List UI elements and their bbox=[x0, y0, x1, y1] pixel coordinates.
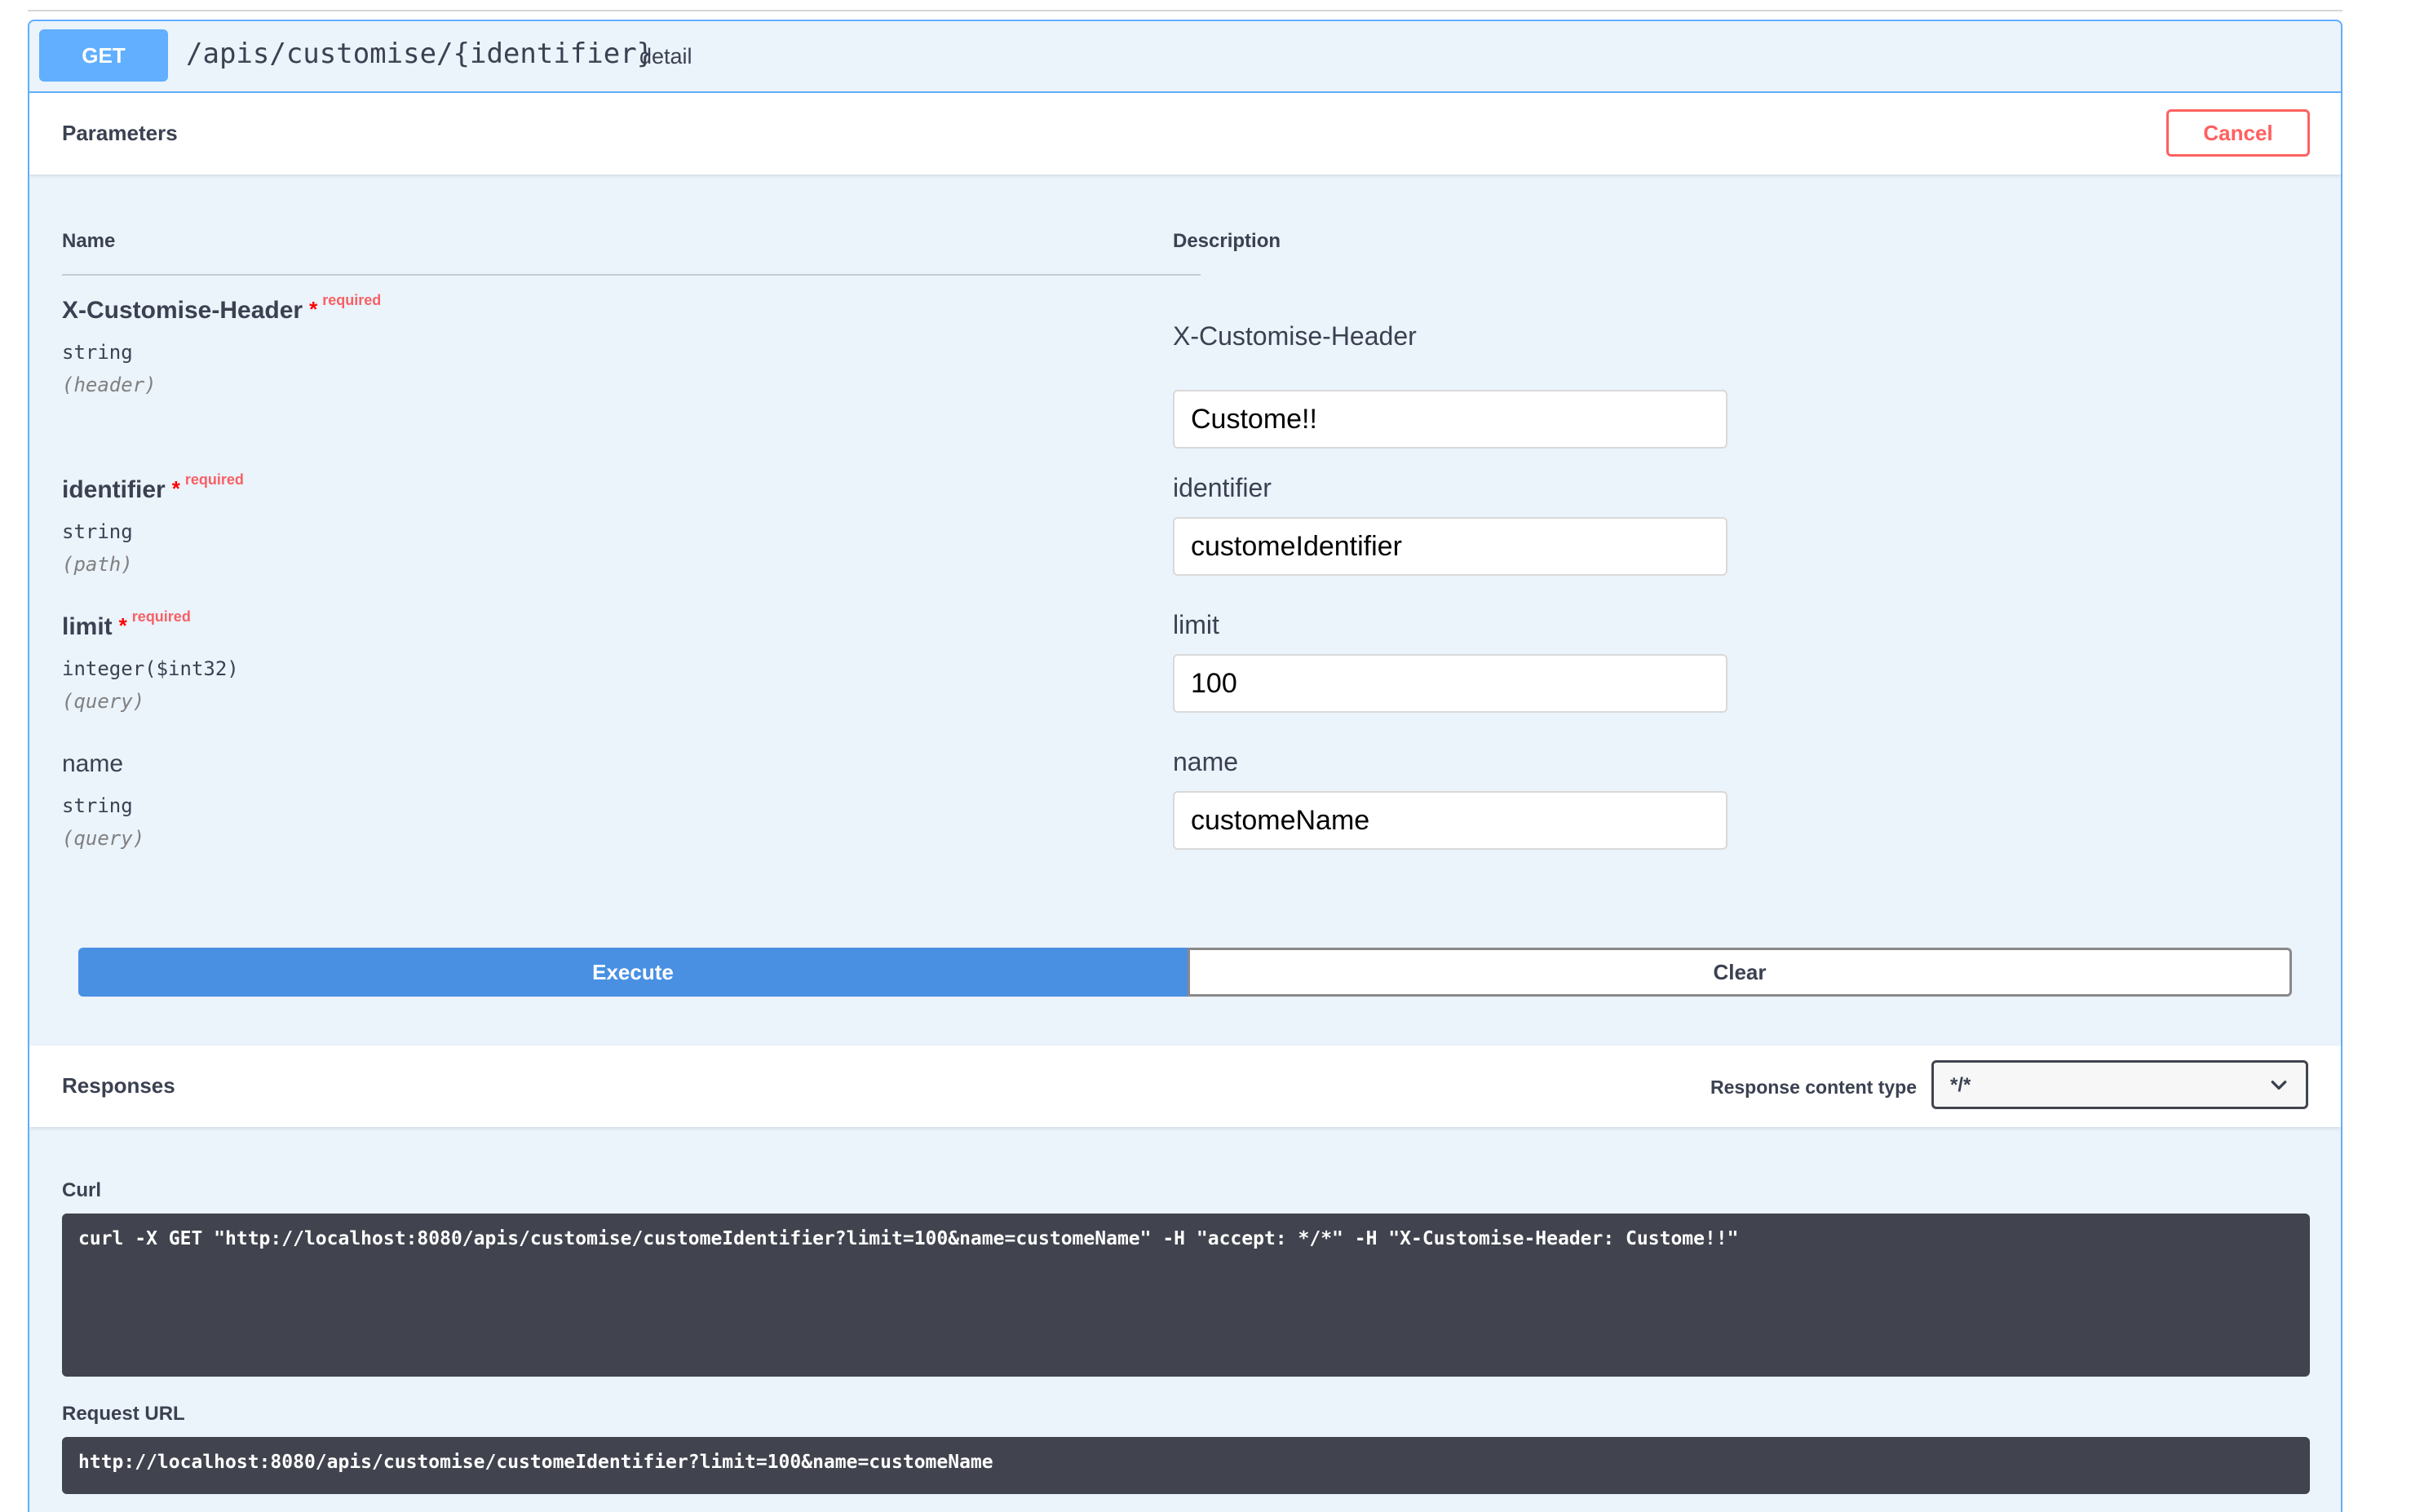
param-location: (header) bbox=[62, 374, 157, 396]
param-name-text: limit bbox=[62, 613, 113, 640]
request-url-label: Request URL bbox=[62, 1403, 185, 1425]
param-location: (query) bbox=[62, 690, 145, 713]
top-divider bbox=[28, 10, 2342, 11]
operation-path: /apis/customise/{identifier} bbox=[186, 38, 654, 70]
required-star: * bbox=[171, 476, 180, 501]
identifier-input[interactable] bbox=[1173, 517, 1728, 576]
param-location: (path) bbox=[62, 553, 133, 576]
request-url-block[interactable]: http://localhost:8080/apis/customise/cus… bbox=[62, 1437, 2310, 1494]
curl-command-block[interactable]: curl -X GET "http://localhost:8080/apis/… bbox=[62, 1214, 2310, 1377]
response-content-type-value: */* bbox=[1950, 1074, 1971, 1096]
responses-header: Responses Response content type */* bbox=[29, 1046, 2341, 1127]
operation-block-get: GET /apis/customise/{identifier} detail … bbox=[28, 20, 2342, 1512]
param-description: X-Customise-Header bbox=[1173, 321, 1417, 351]
operation-summary-text: detail bbox=[639, 44, 692, 69]
column-header-description: Description bbox=[1173, 230, 1281, 252]
cancel-button[interactable]: Cancel bbox=[2166, 109, 2310, 157]
column-header-name: Name bbox=[62, 230, 116, 252]
http-method-badge: GET bbox=[39, 29, 168, 82]
execute-button[interactable]: Execute bbox=[78, 948, 1188, 997]
param-name-text: identifier bbox=[62, 476, 166, 503]
param-location: (query) bbox=[62, 827, 145, 850]
operation-summary[interactable]: GET /apis/customise/{identifier} detail bbox=[29, 21, 2341, 93]
param-type: string bbox=[62, 520, 133, 543]
execute-wrapper: Execute Clear bbox=[78, 948, 2292, 997]
param-name-text: X-Customise-Header bbox=[62, 297, 303, 324]
param-description: limit bbox=[1173, 610, 1219, 639]
param-type: string bbox=[62, 341, 133, 364]
response-content-type-label: Response content type bbox=[1710, 1077, 1917, 1098]
required-label: required bbox=[131, 608, 191, 625]
param-name-text: name bbox=[62, 750, 124, 777]
clear-button[interactable]: Clear bbox=[1188, 948, 2292, 997]
required-label: required bbox=[184, 471, 244, 488]
name-input[interactable] bbox=[1173, 791, 1728, 850]
curl-label: Curl bbox=[62, 1179, 101, 1201]
chevron-down-icon bbox=[2271, 1081, 2287, 1090]
param-name-x-customise-header: X-Customise-Header * required bbox=[62, 292, 381, 325]
limit-input[interactable] bbox=[1173, 654, 1728, 713]
param-name-name: name bbox=[62, 750, 123, 778]
required-label: required bbox=[322, 292, 382, 308]
param-type: string bbox=[62, 794, 133, 817]
param-type: integer($int32) bbox=[62, 657, 239, 680]
param-description: name bbox=[1173, 747, 1239, 776]
column-divider bbox=[62, 274, 1201, 276]
param-name-limit: limit * required bbox=[62, 608, 191, 641]
param-description: identifier bbox=[1173, 473, 1272, 502]
param-name-identifier: identifier * required bbox=[62, 471, 244, 504]
required-star: * bbox=[118, 613, 127, 638]
x-customise-header-input[interactable] bbox=[1173, 390, 1728, 449]
parameters-title: Parameters bbox=[62, 121, 178, 145]
parameters-header: Parameters Cancel bbox=[29, 93, 2341, 175]
response-content-type-select[interactable]: */* bbox=[1931, 1060, 2308, 1109]
required-star: * bbox=[309, 297, 318, 321]
responses-title: Responses bbox=[62, 1073, 175, 1098]
